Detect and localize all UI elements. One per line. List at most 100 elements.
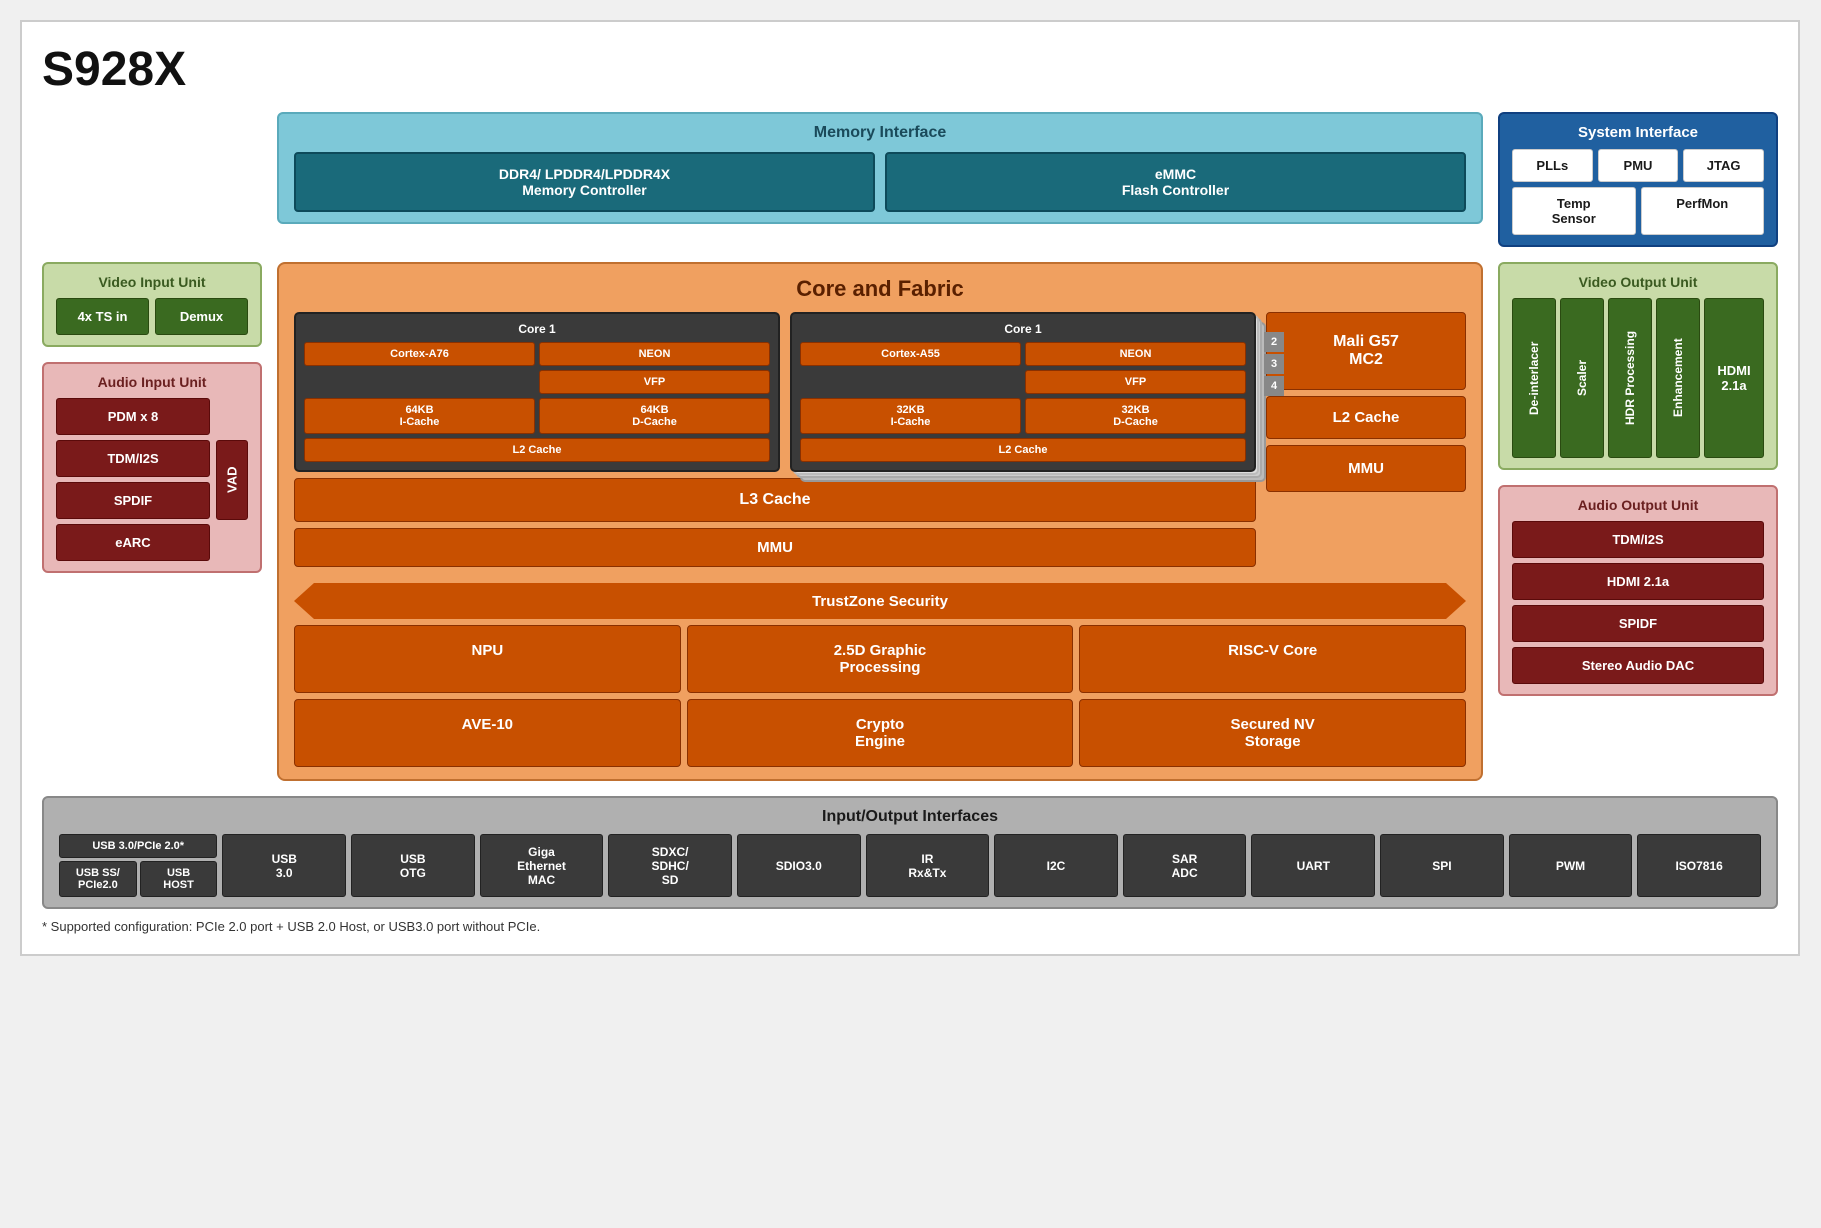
right-col: Video Output Unit De-interlacer Scaler H… [1498, 262, 1778, 781]
usb-pcie-bottom: USB SS/PCIe2.0 USBHOST [59, 861, 217, 897]
video-output-unit: Video Output Unit De-interlacer Scaler H… [1498, 262, 1778, 470]
vfp-a55: VFP [1025, 370, 1246, 394]
core-fabric: Core and Fabric Core 1 Cortex-A76 NEON [277, 262, 1483, 781]
core1-a55-label: Core 1 [800, 322, 1246, 336]
sys-grid-top: PLLs PMU JTAG [1512, 149, 1764, 182]
system-interface-title: System Interface [1512, 124, 1764, 141]
cortex-a55: Cortex-A55 [800, 342, 1021, 366]
vad-box: VAD [216, 440, 248, 520]
cores-left: Core 1 Cortex-A76 NEON VFP 64KBI-Cache 6… [294, 312, 1256, 575]
usb-pcie-group: USB 3.0/PCIe 2.0* USB SS/PCIe2.0 USBHOST [59, 834, 217, 897]
icache-32: 32KBI-Cache [800, 398, 1021, 434]
ave10-box: AVE-10 [294, 699, 681, 767]
io-section: Input/Output Interfaces USB 3.0/PCIe 2.0… [42, 796, 1778, 909]
uart-box: UART [1251, 834, 1375, 897]
de-interlacer-box: De-interlacer [1512, 298, 1556, 458]
trustzone-arrow: TrustZone Security [294, 583, 1466, 619]
pll-box: PLLs [1512, 149, 1593, 182]
usb-host-box: USBHOST [140, 861, 218, 897]
core-a55-block: Core 1 Cortex-A55 NEON VFP 32KBI-Cache 3… [790, 312, 1256, 472]
video-input-unit: Video Input Unit 4x TS in Demux [42, 262, 262, 347]
memory-interface-title: Memory Interface [294, 124, 1466, 142]
risc-v-box: RISC-V Core [1079, 625, 1466, 693]
cores-and-gpu: Core 1 Cortex-A76 NEON VFP 64KBI-Cache 6… [294, 312, 1466, 575]
neon-a76: NEON [539, 342, 770, 366]
audio-input-inner: PDM x 8 TDM/I2S SPDIF eARC VAD [56, 398, 248, 561]
spdif-box: SPDIF [56, 482, 210, 519]
dcache-32: 32KBD-Cache [1025, 398, 1246, 434]
i2c-box: I2C [994, 834, 1118, 897]
top-row: Memory Interface DDR4/ LPDDR4/LPDDR4XMem… [42, 112, 1778, 247]
core-fabric-title: Core and Fabric [294, 276, 1466, 302]
usb-ss-box: USB SS/PCIe2.0 [59, 861, 137, 897]
tz-arrow-right [1446, 583, 1466, 619]
memory-interface: Memory Interface DDR4/ LPDDR4/LPDDR4XMem… [277, 112, 1483, 224]
io-title: Input/Output Interfaces [59, 808, 1761, 826]
ir-box: IRRx&Tx [866, 834, 990, 897]
trustzone-label: TrustZone Security [812, 593, 948, 610]
tz-body: TrustZone Security [314, 583, 1446, 619]
gpu-area: Mali G57MC2 L2 Cache MMU [1266, 312, 1466, 575]
icache-64: 64KBI-Cache [304, 398, 535, 434]
l2-cache-a76: L2 Cache [304, 438, 770, 462]
spidf-output-box: SPIDF [1512, 605, 1764, 642]
earc-box: eARC [56, 524, 210, 561]
jtag-box: JTAG [1683, 149, 1764, 182]
scaler-box: Scaler [1560, 298, 1604, 458]
cortex-a76: Cortex-A76 [304, 342, 535, 366]
mmu-main: MMU [294, 528, 1256, 567]
hdmi-audio-box: HDMI 2.1a [1512, 563, 1764, 600]
tz-arrow-left [294, 583, 314, 619]
stereo-dac-box: Stereo Audio DAC [1512, 647, 1764, 684]
hdr-box: HDR Processing [1608, 298, 1652, 458]
l2-cache-a55: L2 Cache [800, 438, 1246, 462]
trustzone-container: TrustZone Security [294, 583, 1466, 619]
l3-mmu-row: L3 Cache MMU [294, 478, 1256, 567]
bottom-blocks: NPU 2.5D GraphicProcessing RISC-V Core A… [294, 625, 1466, 767]
tdm-output-box: TDM/I2S [1512, 521, 1764, 558]
badge-4: 4 [1264, 376, 1284, 396]
sdxc-box: SDXC/SDHC/SD [608, 834, 732, 897]
pmu-box: PMU [1598, 149, 1679, 182]
temp-sensor-box: TempSensor [1512, 187, 1636, 235]
perfmon-box: PerfMon [1641, 187, 1765, 235]
l2-cache-gpu: L2 Cache [1266, 396, 1466, 439]
enhancement-box: Enhancement [1656, 298, 1700, 458]
video-input-inner: 4x TS in Demux [56, 298, 248, 335]
usb30-box: USB3.0 [222, 834, 346, 897]
hdmi-output-box: HDMI 2.1a [1704, 298, 1764, 458]
crypto-engine-box: CryptoEngine [687, 699, 1074, 767]
audio-input-unit: Audio Input Unit PDM x 8 TDM/I2S SPDIF e… [42, 362, 262, 573]
vfp-a76: VFP [539, 370, 770, 394]
l3-cache: L3 Cache [294, 478, 1256, 522]
spi-box: SPI [1380, 834, 1504, 897]
sys-grid-bottom: TempSensor PerfMon [1512, 187, 1764, 235]
sar-adc-box: SARADC [1123, 834, 1247, 897]
aou-inner: TDM/I2S HDMI 2.1a SPIDF Stereo Audio DAC [1512, 521, 1764, 684]
core-a55-stack: Core 1 Cortex-A55 NEON VFP 32KBI-Cache 3… [790, 312, 1256, 472]
iso7816-box: ISO7816 [1637, 834, 1761, 897]
main-container: S928X Memory Interface DDR4/ LPDDR4/LPDD… [20, 20, 1800, 956]
neon-a55: NEON [1025, 342, 1246, 366]
secured-nv-box: Secured NVStorage [1079, 699, 1466, 767]
badge-2: 2 [1264, 332, 1284, 352]
system-interface: System Interface PLLs PMU JTAG TempSenso… [1498, 112, 1778, 247]
mmu-gpu: MMU [1266, 445, 1466, 492]
left-col: Video Input Unit 4x TS in Demux Audio In… [42, 262, 262, 781]
footnote: * Supported configuration: PCIe 2.0 port… [42, 919, 1778, 934]
usb-pcie-top: USB 3.0/PCIe 2.0* [59, 834, 217, 858]
mali-box: Mali G57MC2 [1266, 312, 1466, 390]
memory-inner-row: DDR4/ LPDDR4/LPDDR4XMemory Controller eM… [294, 152, 1466, 212]
ts-in-box: 4x TS in [56, 298, 149, 335]
sdio30-box: SDIO3.0 [737, 834, 861, 897]
audio-output-unit: Audio Output Unit TDM/I2S HDMI 2.1a SPID… [1498, 485, 1778, 696]
core1-a76-label: Core 1 [304, 322, 770, 336]
io-row: USB 3.0/PCIe 2.0* USB SS/PCIe2.0 USBHOST… [59, 834, 1761, 897]
audio-input-col: PDM x 8 TDM/I2S SPDIF eARC [56, 398, 210, 561]
middle-row: Video Input Unit 4x TS in Demux Audio In… [42, 262, 1778, 781]
audio-input-title: Audio Input Unit [56, 374, 248, 390]
video-output-title: Video Output Unit [1512, 274, 1764, 290]
pwm-box: PWM [1509, 834, 1633, 897]
audio-output-title: Audio Output Unit [1512, 497, 1764, 513]
emmc-controller: eMMCFlash Controller [885, 152, 1466, 212]
